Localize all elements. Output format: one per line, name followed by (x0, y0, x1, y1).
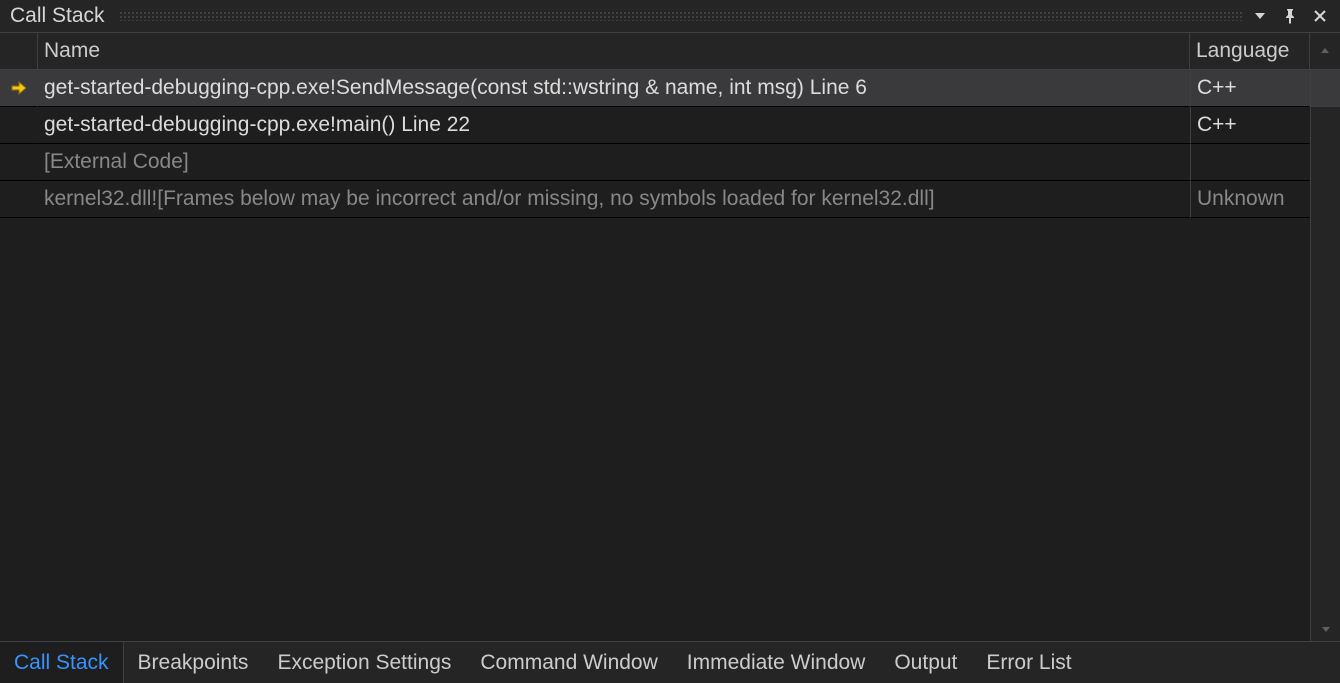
scroll-down-icon[interactable] (1310, 218, 1340, 641)
frame-icon-empty (0, 181, 38, 218)
header-name[interactable]: Name (38, 33, 1190, 70)
header-icon-col[interactable] (0, 33, 38, 70)
scrollbar-track[interactable] (1310, 107, 1340, 144)
tab-breakpoints[interactable]: Breakpoints (124, 642, 264, 683)
tab-immediate-window[interactable]: Immediate Window (673, 642, 881, 683)
frame-name: [External Code] (38, 144, 1190, 181)
tab-call-stack[interactable]: Call Stack (0, 642, 124, 683)
frame-icon-empty (0, 144, 38, 181)
scroll-up-icon[interactable] (1310, 33, 1340, 70)
close-icon[interactable] (1310, 6, 1330, 26)
call-stack-table: Name Language get-started-debugging-cpp.… (0, 32, 1340, 641)
frame-language (1190, 144, 1310, 181)
table-header-row: Name Language (0, 33, 1340, 70)
frame-name: kernel32.dll![Frames below may be incorr… (38, 181, 1190, 218)
panel-title-bar: Call Stack (0, 0, 1340, 32)
frame-language: C++ (1190, 70, 1310, 107)
title-icon-group (1250, 6, 1340, 26)
frame-name: get-started-debugging-cpp.exe!main() Lin… (38, 107, 1190, 144)
header-language[interactable]: Language (1190, 33, 1310, 70)
stack-frame-row[interactable]: [External Code] (0, 144, 1340, 181)
frame-name: get-started-debugging-cpp.exe!SendMessag… (38, 70, 1190, 107)
call-stack-panel: Call Stack Name Language (0, 0, 1340, 683)
scrollbar-track[interactable] (1310, 70, 1340, 107)
window-position-dropdown-icon[interactable] (1250, 6, 1270, 26)
frame-icon-empty (0, 107, 38, 144)
tab-error-list[interactable]: Error List (972, 642, 1086, 683)
pin-icon[interactable] (1280, 6, 1300, 26)
tab-exception-settings[interactable]: Exception Settings (263, 642, 466, 683)
table-empty-area (0, 218, 1340, 641)
stack-frame-row[interactable]: get-started-debugging-cpp.exe!SendMessag… (0, 70, 1340, 107)
current-frame-arrow-icon (0, 70, 38, 107)
stack-frame-row[interactable]: kernel32.dll![Frames below may be incorr… (0, 181, 1340, 218)
scrollbar-track[interactable] (1310, 181, 1340, 218)
panel-title: Call Stack (10, 0, 105, 32)
tab-command-window[interactable]: Command Window (466, 642, 672, 683)
frame-language: Unknown (1190, 181, 1310, 218)
stack-frame-row[interactable]: get-started-debugging-cpp.exe!main() Lin… (0, 107, 1340, 144)
scrollbar-track[interactable] (1310, 144, 1340, 181)
frame-language: C++ (1190, 107, 1310, 144)
bottom-tab-strip: Call Stack Breakpoints Exception Setting… (0, 641, 1340, 683)
title-grip[interactable] (119, 11, 1242, 21)
tab-output[interactable]: Output (880, 642, 972, 683)
